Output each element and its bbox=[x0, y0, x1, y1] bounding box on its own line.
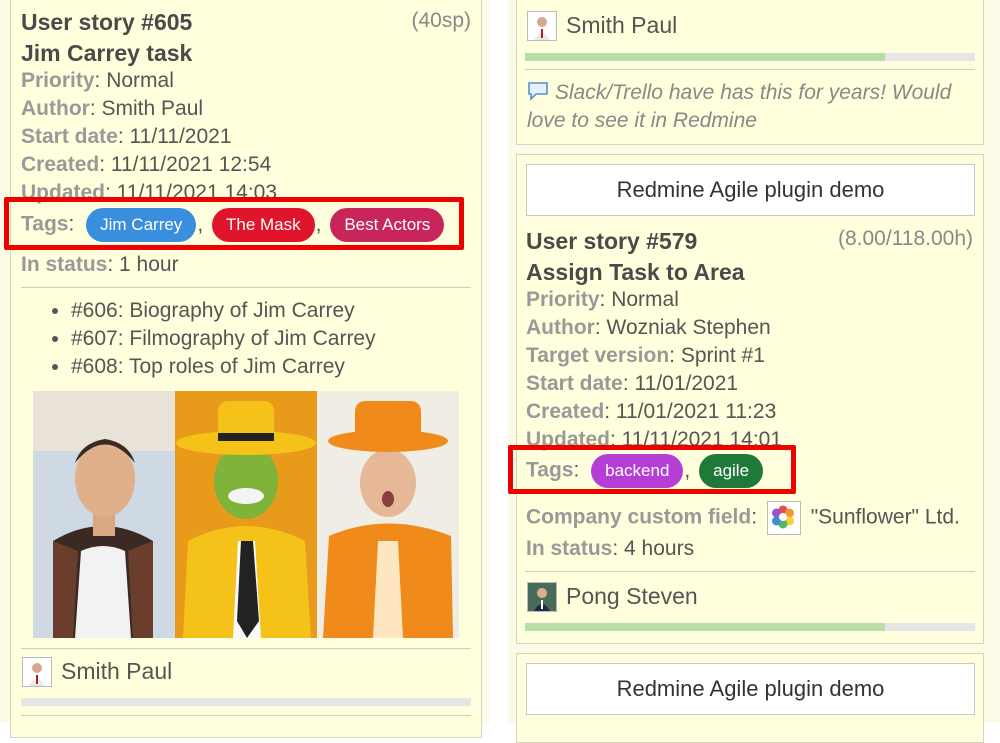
field-value: Wozniak Stephen bbox=[606, 316, 771, 339]
assignee-avatar[interactable] bbox=[22, 657, 52, 687]
priority-field: Priority: Normal bbox=[526, 288, 679, 311]
progress-bar bbox=[525, 623, 975, 631]
issue-card-partial[interactable]: Smith Paul Slack/Trello have has this fo… bbox=[516, 0, 984, 145]
assignee-name[interactable]: Smith Paul bbox=[566, 12, 677, 39]
assignee-avatar[interactable] bbox=[527, 582, 557, 612]
field-value: 11/11/2021 bbox=[129, 125, 232, 148]
field-label: Priority bbox=[526, 288, 600, 311]
divider bbox=[525, 69, 975, 70]
field-value: 11/11/2021 12:54 bbox=[110, 153, 272, 176]
field-label: Company custom field bbox=[526, 505, 752, 529]
field-value: Smith Paul bbox=[101, 97, 204, 120]
in-status-field: In status: 4 hours bbox=[526, 537, 695, 560]
field-label: In status bbox=[526, 537, 613, 560]
field-value: 11/01/2021 11:23 bbox=[615, 400, 777, 423]
field-value: 1 hour bbox=[119, 253, 179, 276]
subtask-item[interactable]: #608: Top roles of Jim Carrey bbox=[71, 353, 376, 381]
field-value: Normal bbox=[106, 69, 174, 92]
divider bbox=[21, 715, 471, 716]
created-field: Created: 11/01/2021 11:23 bbox=[526, 400, 777, 423]
issue-subject[interactable]: Assign Task to Area bbox=[526, 259, 745, 286]
field-label: Created bbox=[21, 153, 100, 176]
in-status-field: In status: 1 hour bbox=[21, 253, 179, 276]
field-label: Created bbox=[526, 400, 605, 423]
field-label: Author bbox=[526, 316, 595, 339]
last-comment: Slack/Trello have has this for years! Wo… bbox=[527, 79, 977, 135]
company-custom-field: Company custom field: "Sunflower" Ltd. bbox=[526, 501, 960, 535]
person-icon bbox=[528, 583, 556, 611]
divider bbox=[21, 648, 471, 649]
field-value: "Sunflower" Ltd. bbox=[810, 505, 960, 529]
field-value: 4 hours bbox=[624, 537, 695, 560]
field-value: 11/01/2021 bbox=[634, 372, 739, 395]
subtask-item[interactable]: #606: Biography of Jim Carrey bbox=[71, 297, 376, 325]
author-field: Author: Smith Paul bbox=[21, 97, 204, 120]
progress-bar bbox=[525, 53, 975, 61]
field-value: Normal bbox=[611, 288, 679, 311]
story-points: (40sp) bbox=[411, 9, 471, 32]
issue-card-579[interactable]: Redmine Agile plugin demo User story #57… bbox=[516, 154, 984, 644]
issue-card-605[interactable]: User story #605 (40sp) Jim Carrey task P… bbox=[10, 0, 482, 738]
sunflower-logo-icon bbox=[766, 501, 801, 535]
start-date-field: Start date: 11/11/2021 bbox=[21, 125, 232, 148]
collage-image bbox=[33, 391, 459, 638]
created-field: Created: 11/11/2021 12:54 bbox=[21, 153, 272, 176]
progress-fill bbox=[525, 53, 885, 61]
assignee-name[interactable]: Smith Paul bbox=[61, 658, 172, 685]
divider bbox=[21, 287, 471, 288]
field-label: Priority bbox=[21, 69, 95, 92]
tags-highlight-box bbox=[4, 197, 464, 250]
progress-bar bbox=[21, 698, 471, 706]
attached-photo-collage[interactable] bbox=[33, 391, 459, 638]
issue-card-next[interactable]: Redmine Agile plugin demo bbox=[516, 653, 984, 743]
field-label: In status bbox=[21, 253, 108, 276]
issue-title[interactable]: User story #605 bbox=[21, 9, 192, 36]
time-estimate: (8.00/118.00h) bbox=[837, 227, 973, 250]
assignee-avatar[interactable] bbox=[527, 11, 557, 41]
field-label: Author bbox=[21, 97, 90, 120]
project-button[interactable]: Redmine Agile plugin demo bbox=[526, 663, 975, 715]
progress-fill bbox=[525, 623, 885, 631]
person-icon bbox=[528, 12, 556, 40]
project-button[interactable]: Redmine Agile plugin demo bbox=[526, 164, 975, 216]
priority-field: Priority: Normal bbox=[21, 69, 174, 92]
speech-bubble-icon bbox=[528, 82, 548, 101]
field-label: Start date bbox=[21, 125, 118, 148]
field-label: Start date bbox=[526, 372, 623, 395]
divider bbox=[525, 571, 975, 572]
author-field: Author: Wozniak Stephen bbox=[526, 316, 771, 339]
assignee-name[interactable]: Pong Steven bbox=[566, 583, 698, 610]
person-icon bbox=[23, 658, 51, 686]
comment-text: Slack/Trello have has this for years! Wo… bbox=[527, 81, 952, 132]
field-label: Target version bbox=[526, 344, 670, 367]
field-value: Sprint #1 bbox=[680, 344, 765, 367]
target-version-field: Target version: Sprint #1 bbox=[526, 344, 765, 367]
subtask-list: #606: Biography of Jim Carrey #607: Film… bbox=[21, 297, 376, 381]
issue-title[interactable]: User story #579 bbox=[526, 228, 697, 255]
tags-highlight-box bbox=[508, 445, 796, 494]
issue-subject[interactable]: Jim Carrey task bbox=[21, 40, 192, 67]
start-date-field: Start date: 11/01/2021 bbox=[526, 372, 739, 395]
subtask-item[interactable]: #607: Filmography of Jim Carrey bbox=[71, 325, 376, 353]
